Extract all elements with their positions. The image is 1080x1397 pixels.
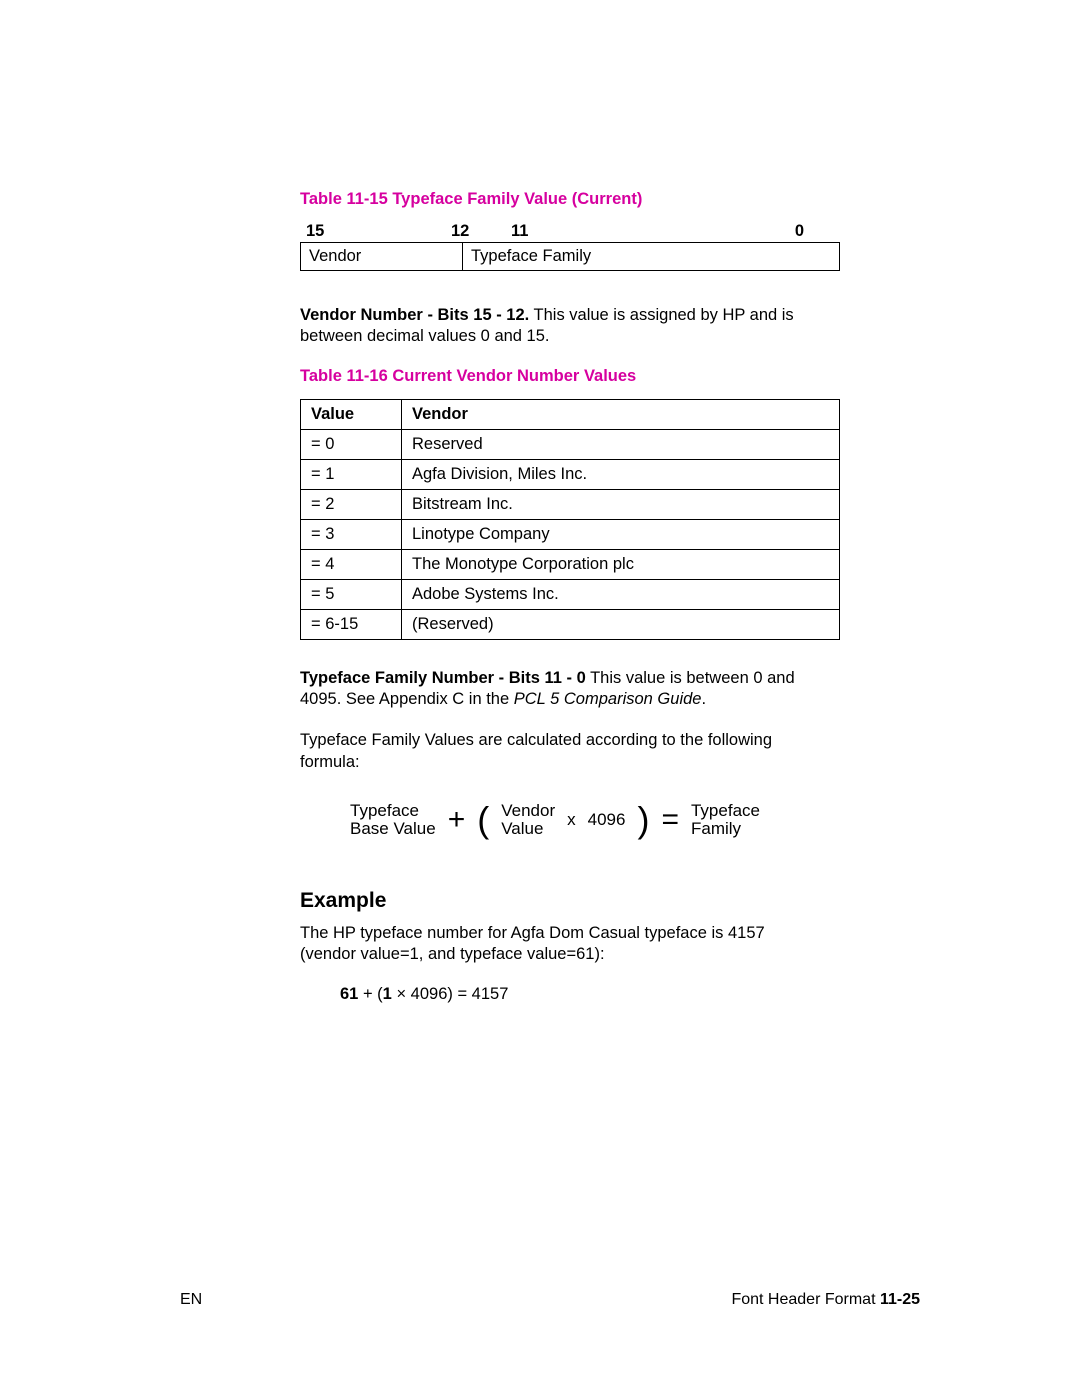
table-row: = 4The Monotype Corporation plc <box>301 550 840 580</box>
bit-label-11: 11 <box>506 222 774 241</box>
calc-61: 61 <box>340 985 358 1003</box>
text: Typeface <box>350 802 419 820</box>
footer-page: 11-25 <box>880 1291 920 1308</box>
table-row: = 1Agfa Division, Miles Inc. <box>301 460 840 490</box>
times-sign: x <box>567 810 576 830</box>
pcl5-guide-ref: PCL 5 Comparison Guide <box>514 690 702 708</box>
footer-left: EN <box>180 1291 202 1309</box>
cell-typeface-family: Typeface Family <box>463 243 840 271</box>
calc-mid1: + ( <box>358 985 382 1003</box>
calc-1: 1 <box>383 985 392 1003</box>
header-value: Value <box>301 400 402 430</box>
footer-section: Font Header Format <box>731 1291 880 1308</box>
table-15: Vendor Typeface Family <box>300 242 840 271</box>
table-row: = 2Bitstream Inc. <box>301 490 840 520</box>
plus-sign: + <box>448 803 466 837</box>
rparen-icon: ) <box>637 799 649 841</box>
example-calculation: 61 + (1 × 4096) = 4157 <box>340 985 810 1004</box>
cell: Adobe Systems Inc. <box>402 580 840 610</box>
page-footer: EN Font Header Format 11-25 <box>180 1291 920 1309</box>
formula-intro: Typeface Family Values are calculated ac… <box>300 730 810 772</box>
text: Typeface <box>691 802 760 820</box>
table-row: = 5Adobe Systems Inc. <box>301 580 840 610</box>
formula-vendor-value: Vendor Value <box>501 802 555 838</box>
typeface-family-after: . <box>701 690 706 708</box>
text: Family <box>691 820 741 838</box>
table-header-row: Value Vendor <box>301 400 840 430</box>
cell: = 2 <box>301 490 402 520</box>
cell: = 3 <box>301 520 402 550</box>
text: Vendor <box>501 802 555 820</box>
table-row: Vendor Typeface Family <box>301 243 840 271</box>
text: Value <box>501 820 543 838</box>
cell: = 5 <box>301 580 402 610</box>
cell: = 0 <box>301 430 402 460</box>
table-15-caption: Table 11-15 Typeface Family Value (Curre… <box>300 190 810 209</box>
cell: = 1 <box>301 460 402 490</box>
equals-sign: = <box>661 803 679 837</box>
cell: Bitstream Inc. <box>402 490 840 520</box>
formula: Typeface Base Value + ( Vendor Value x 4… <box>300 799 810 841</box>
formula-factor: 4096 <box>588 810 626 830</box>
header-vendor: Vendor <box>402 400 840 430</box>
table-16: Value Vendor = 0Reserved = 1Agfa Divisio… <box>300 399 840 640</box>
bit-label-0: 0 <box>774 222 810 241</box>
bit-label-12: 12 <box>451 222 506 241</box>
typeface-family-bold: Typeface Family Number - Bits 11 - 0 <box>300 669 586 687</box>
example-text: The HP typeface number for Agfa Dom Casu… <box>300 923 810 965</box>
cell: (Reserved) <box>402 610 840 640</box>
cell: = 4 <box>301 550 402 580</box>
cell: Reserved <box>402 430 840 460</box>
calc-mid2: × 4096) = 4157 <box>392 985 509 1003</box>
cell-vendor: Vendor <box>301 243 463 271</box>
footer-right: Font Header Format 11-25 <box>731 1291 920 1309</box>
formula-base-value: Typeface Base Value <box>350 802 436 838</box>
table-row: = 3Linotype Company <box>301 520 840 550</box>
table-16-caption: Table 11-16 Current Vendor Number Values <box>300 367 810 386</box>
cell: = 6-15 <box>301 610 402 640</box>
formula-result: Typeface Family <box>691 802 760 838</box>
bits-header-row: 15 12 11 0 <box>300 222 810 241</box>
example-heading: Example <box>300 889 810 913</box>
typeface-family-para: Typeface Family Number - Bits 11 - 0 Thi… <box>300 668 810 710</box>
cell: The Monotype Corporation plc <box>402 550 840 580</box>
bit-label-15: 15 <box>300 222 451 241</box>
lparen-icon: ( <box>477 799 489 841</box>
table-row: = 6-15(Reserved) <box>301 610 840 640</box>
cell: Agfa Division, Miles Inc. <box>402 460 840 490</box>
cell: Linotype Company <box>402 520 840 550</box>
vendor-number-para: Vendor Number - Bits 15 - 12. This value… <box>300 305 810 347</box>
text: Base Value <box>350 820 436 838</box>
table-row: = 0Reserved <box>301 430 840 460</box>
page-content: Table 11-15 Typeface Family Value (Curre… <box>0 0 1080 1004</box>
vendor-number-bold: Vendor Number - Bits 15 - 12. <box>300 306 529 324</box>
